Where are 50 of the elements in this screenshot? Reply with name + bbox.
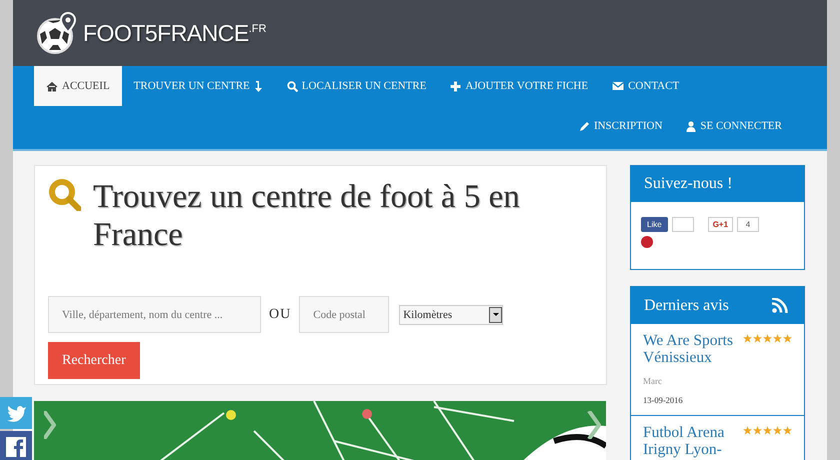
star-icon — [763, 426, 772, 435]
review-date: 13-09-2016 — [643, 395, 684, 405]
envelope-icon — [612, 81, 624, 91]
bird-icon — [6, 404, 26, 422]
home-icon — [46, 80, 58, 92]
star-icon — [753, 426, 762, 435]
nav-link[interactable]: TROUVER UN CENTRE — [122, 66, 275, 106]
rss-icon — [772, 298, 788, 314]
search-button[interactable]: Rechercher — [48, 342, 140, 379]
nav-link[interactable]: ACCUEIL — [34, 66, 122, 106]
search-icon — [48, 178, 81, 211]
logo-text: FOOT5FRANCE — [83, 20, 249, 46]
star-icon — [783, 334, 792, 343]
nav-link[interactable]: SE CONNECTER — [674, 106, 794, 146]
nav-link[interactable]: CONTACT — [600, 66, 692, 106]
separator-text: OU — [269, 306, 292, 322]
pencil-icon — [578, 120, 590, 132]
star-icon — [763, 334, 772, 343]
user-icon — [686, 120, 696, 132]
search-heading: Trouvez un centre de foot à 5 en France — [93, 178, 521, 254]
distance-unit-select[interactable]: Kilomètres — [399, 304, 504, 324]
search-icon — [286, 80, 298, 92]
logo-suffix: .FR — [248, 23, 266, 35]
widget-title: Suivez-nous ! — [644, 175, 732, 193]
plus-one-button[interactable]: G+1 — [708, 217, 734, 232]
arrow-down-icon — [254, 80, 263, 92]
star-icon — [743, 334, 752, 343]
star-icon — [773, 426, 782, 435]
plus-one-count: 4 — [737, 217, 760, 232]
count-box — [672, 217, 694, 232]
star-icon — [753, 334, 762, 343]
like-button[interactable]: Like — [641, 217, 668, 232]
review-author: Marc — [643, 376, 663, 386]
star-icon — [743, 426, 752, 435]
location-input-field[interactable]: Ville, département, nom du centre ... — [48, 296, 261, 333]
nav-link[interactable]: INSCRIPTION — [566, 106, 674, 146]
star-icon — [773, 334, 782, 343]
review-venue-link[interactable]: Futbol Arena Irigny Lyon- — [643, 424, 792, 458]
logo-icon — [36, 12, 77, 54]
plus-icon — [450, 80, 462, 92]
pin-icon[interactable] — [641, 236, 653, 248]
review-venue-link[interactable]: We Are Sports Vénissieux — [643, 332, 792, 366]
facebook-f-icon — [6, 437, 26, 457]
widget-title: Derniers avis — [644, 296, 729, 314]
nav-link[interactable]: LOCALISER UN CENTRE — [274, 66, 438, 106]
facebook-share-button[interactable] — [0, 431, 32, 460]
star-icon — [783, 426, 792, 435]
caret-icon — [492, 313, 499, 316]
nav-link[interactable]: AJOUTER VOTRE FICHE — [438, 66, 600, 106]
postal-code-input-field[interactable]: Code postal — [299, 296, 390, 333]
